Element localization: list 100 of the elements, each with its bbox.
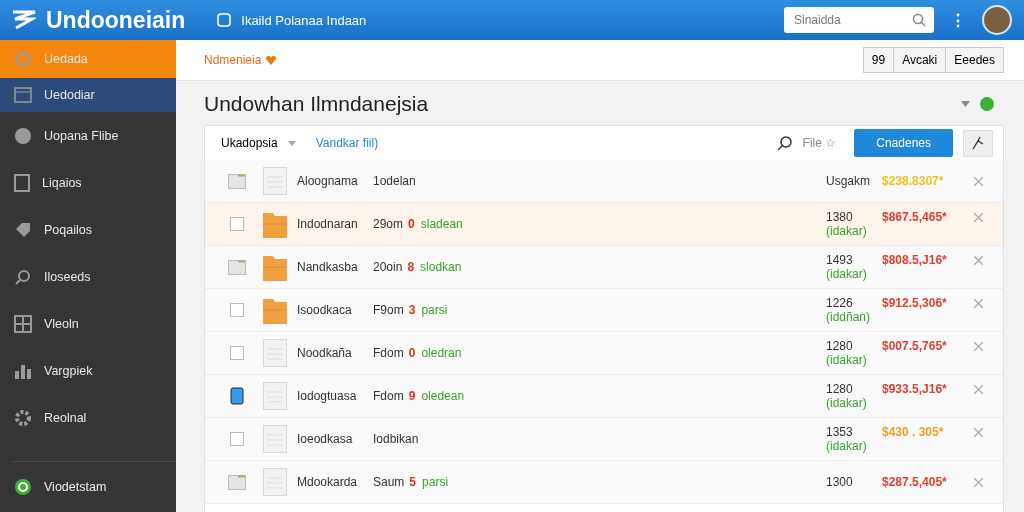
table-row[interactable]: Noodkaña Fdom 0 oledran 1280 (idakar) $007.5,765* [205, 332, 1003, 375]
filter-link[interactable]: Vandkar fiil) [315, 136, 379, 150]
sidebar-item[interactable]: Vargpiek [0, 347, 176, 394]
amount-cell-text: 1280 [826, 339, 854, 353]
status-cell: slodkan [420, 260, 462, 274]
close-icon[interactable] [974, 428, 983, 437]
toolbar-button[interactable]: Eeedes [945, 47, 1004, 73]
date-cell: Fdom [373, 389, 404, 403]
table-row[interactable]: Mdookarda Saum 5 parsi 1300 $287.5,405* [205, 461, 1003, 504]
table-row[interactable]: Iodogtuasa Fdom 9 oledean 1280 (idakar) $933.5,J16* [205, 375, 1003, 418]
logo-icon [12, 10, 36, 30]
status-cell: parsi [422, 475, 449, 489]
tray-icon [228, 259, 246, 275]
note-cell-text: (idakar) [826, 396, 868, 410]
checkbox[interactable] [230, 346, 244, 360]
gear-icon [14, 50, 32, 68]
status-cell: parsi [421, 303, 448, 317]
file-name: Ioeodkasa [297, 432, 354, 446]
checkbox[interactable] [230, 303, 244, 317]
search-field[interactable]: Sinaidda [784, 7, 934, 33]
toolbar-button[interactable]: Avcaki [893, 47, 947, 73]
date-cell: Saum [373, 475, 405, 489]
file-name: Noodkaña [297, 346, 353, 360]
checkbox[interactable] [230, 432, 244, 446]
file-name: Indodnaran [297, 217, 359, 231]
file-name: Nandkasba [297, 260, 359, 274]
checkbox[interactable] [230, 217, 244, 231]
price-cell-text: $867.5,465* [882, 210, 948, 224]
file-name: Isoodkaca [297, 303, 353, 317]
close-icon[interactable] [974, 256, 983, 265]
folder-icon [263, 253, 287, 281]
window-icon [14, 87, 32, 103]
sidebar-item[interactable]: Reolnal [0, 394, 176, 441]
note-cell-text: (idakar) [826, 353, 868, 367]
amount-cell-text: Usgakm [826, 174, 871, 188]
toolbar-button[interactable]: 99 [862, 47, 895, 73]
tool-button[interactable] [963, 129, 993, 157]
sidebar-item[interactable]: Uedodiar [0, 78, 176, 112]
table-row[interactable]: Nandkasba 20oin 8 slodkan 1493 (idakar) $808.5,J16* [205, 246, 1003, 289]
status-icon [980, 97, 994, 111]
heart-icon [266, 55, 277, 65]
caret-icon[interactable] [961, 101, 970, 107]
count-cell: 9 [408, 389, 416, 403]
grid-icon [14, 314, 32, 333]
note-cell-text: (idakar) [826, 224, 868, 238]
caret-icon[interactable] [287, 140, 296, 146]
price-cell-text: $933.5,J16* [882, 382, 948, 396]
sidebar-item[interactable]: Vleoln [0, 300, 176, 347]
date-cell: 1odelan [373, 174, 416, 188]
gear-icon [14, 408, 32, 427]
folder-icon [263, 296, 287, 324]
amount-cell-text: 1493 [826, 253, 854, 267]
close-icon[interactable] [974, 213, 983, 222]
table-row[interactable]: Ioeodkasa Iodbikan 1353 (idakar) $430 . 305* [205, 418, 1003, 461]
close-icon[interactable] [974, 385, 983, 394]
table-row[interactable]: Isoodkaca F9om 3 parsi 1226 (iddñan) $912.5,306* [205, 289, 1003, 332]
price-cell-text: $912.5,306* [882, 296, 948, 310]
tray-icon [228, 474, 246, 490]
menu-button[interactable]: ⋮ [944, 10, 972, 30]
breadcrumb: Ikaild Polanaa Indaan [241, 12, 367, 28]
price-cell-text: $430 . 305* [882, 425, 945, 439]
pen-icon [971, 136, 985, 150]
tray-icon [228, 173, 246, 189]
note-cell-text: (idakar) [826, 439, 868, 453]
search-icon [14, 267, 32, 286]
primary-button[interactable]: Cnadenes [854, 129, 953, 157]
section-label: Ndmenieia [204, 53, 262, 67]
file-filter[interactable]: File ☆ [802, 136, 837, 150]
date-cell: Fdom [373, 346, 404, 360]
sidebar-item[interactable]: Uopana Flibe [0, 112, 176, 159]
close-icon[interactable] [974, 478, 983, 487]
date-cell: 20oin [373, 260, 403, 274]
note-cell-text: (iddñan) [826, 310, 872, 324]
filter-dropdown[interactable]: Ukadopsia [221, 136, 278, 150]
close-icon[interactable] [974, 177, 983, 186]
file-name: Aloognama [297, 174, 359, 188]
sidebar-item[interactable]: Liqaios [0, 159, 176, 206]
avatar[interactable] [982, 5, 1012, 35]
price-cell-text: $287.5,405* [882, 475, 948, 489]
amount-cell-text: 1226 [826, 296, 854, 310]
file-name: Iodogtuasa [297, 389, 358, 403]
note-cell-text: (idakar) [826, 267, 868, 281]
amount-cell-text: 1300 [826, 475, 854, 489]
amount-cell-text: 1353 [826, 425, 854, 439]
close-icon[interactable] [974, 342, 983, 351]
search-icon [776, 135, 793, 151]
status-cell: oledran [421, 346, 462, 360]
price-cell-text: $238.8307* [882, 174, 945, 188]
sidebar-item[interactable]: Iloseeds [0, 253, 176, 300]
amount-cell-text: 1280 [826, 382, 854, 396]
sidebar-item[interactable]: Poqailos [0, 206, 176, 253]
count-cell: 5 [409, 475, 417, 489]
close-icon[interactable] [974, 299, 983, 308]
page-title: Undowhan Ilmndanejsia [204, 92, 429, 116]
table-row[interactable]: Aloognama 1odelan Usgakm $238.8307* [205, 160, 1003, 203]
date-cell: 29om [373, 217, 404, 231]
count-cell: 0 [408, 217, 415, 231]
table-row[interactable]: Indodnaran 29om 0 sladean 1380 (idakar) $867.5,465* [205, 203, 1003, 246]
count-cell: 3 [408, 303, 416, 317]
phone-icon [230, 387, 244, 405]
